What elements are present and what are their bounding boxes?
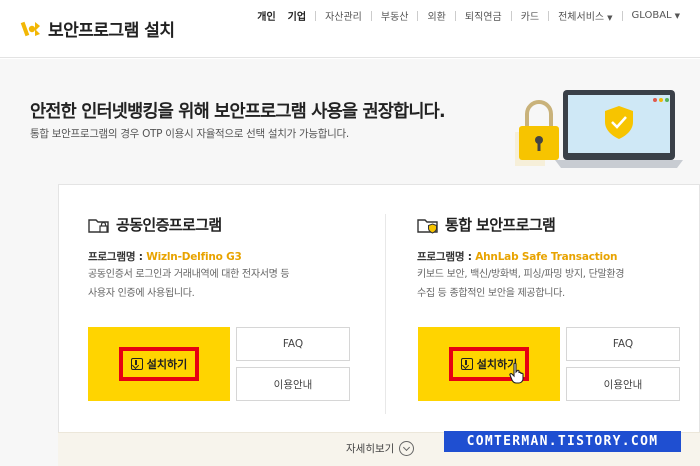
column-divider (385, 214, 386, 414)
global-nav: 개인 기업 자산관리 부동산 외환 퇴직연금 카드 전체서비스 ▼ GLOBAL ▼ (251, 8, 686, 23)
folder-shield-icon (417, 218, 438, 234)
nav-divider (454, 10, 456, 21)
more-details-link[interactable]: 자세히보기 (346, 441, 415, 456)
download-icon (460, 358, 473, 370)
nav-all-services-label: 전체서비스 (558, 12, 605, 23)
hero-title: 안전한 인터넷뱅킹을 위해 보안프로그램 사용을 권장합니다. (30, 102, 446, 122)
caret-down-icon: ▼ (674, 12, 680, 20)
nav-global-label: GLOBAL (631, 10, 672, 21)
left-description-line: 공동인증서 로그인과 거래내역에 대한 전자서명 등 (88, 269, 290, 280)
page-title: 보안프로그램 설치 (48, 21, 175, 41)
right-program-name: 프로그램명 : AhnLab Safe Transaction (417, 249, 617, 264)
right-description-line: 수집 등 종합적인 보안을 제공합니다. (417, 288, 565, 299)
nav-personal[interactable]: 개인 (251, 8, 281, 23)
left-description: 공동인증서 로그인과 거래내역에 대한 전자서명 등 사용자 인증에 사용됩니다… (88, 265, 290, 303)
install-highlight-box: 설치하기 (118, 347, 200, 381)
nav-forex[interactable]: 외환 (421, 8, 451, 23)
program-name-value: Wizln-Delfino G3 (146, 251, 242, 263)
nav-card[interactable]: 카드 (515, 8, 545, 23)
certificate-program-title: 공동인증프로그램 (116, 216, 222, 234)
right-description-line: 키보드 보안, 백신/방화벽, 피싱/파밍 방지, 단말환경 (417, 269, 625, 280)
logo[interactable]: 보안프로그램 설치 (20, 16, 175, 41)
integrated-security-title: 통합 보안프로그램 (445, 216, 556, 234)
right-description: 키보드 보안, 백신/방화벽, 피싱/파밍 방지, 단말환경 수집 등 종합적인… (417, 265, 624, 303)
nav-real-estate[interactable]: 부동산 (375, 8, 415, 23)
download-icon (130, 358, 143, 370)
left-guide-button[interactable]: 이용안내 (236, 367, 350, 401)
right-guide-button[interactable]: 이용안내 (566, 367, 680, 401)
caret-down-icon: ▼ (607, 14, 613, 22)
more-details-label: 자세히보기 (346, 443, 395, 455)
program-name-label: 프로그램명 : (417, 251, 476, 263)
nav-divider (621, 10, 623, 21)
left-column-title: 공동인증프로그램 (88, 214, 222, 235)
nav-divider (315, 10, 317, 21)
chevron-down-icon (399, 441, 415, 456)
right-column-title: 통합 보안프로그램 (417, 214, 556, 235)
right-faq-button[interactable]: FAQ (566, 327, 680, 361)
program-name-label: 프로그램명 : (88, 251, 147, 263)
nav-divider (510, 10, 512, 21)
hero-subtitle: 통합 보안프로그램의 경우 OTP 이용시 자율적으로 선택 설치가 가능합니다… (30, 128, 349, 140)
left-faq-button[interactable]: FAQ (236, 327, 350, 361)
left-program-name: 프로그램명 : Wizln-Delfino G3 (88, 249, 242, 264)
nav-divider (548, 10, 550, 21)
watermark: COMTERMAN.TISTORY.COM (444, 431, 681, 452)
nav-pension[interactable]: 퇴직연금 (459, 8, 508, 23)
bank-logo-icon (20, 21, 40, 36)
right-install-button[interactable]: 설치하기 (418, 327, 560, 401)
folder-lock-icon (88, 218, 109, 233)
left-description-line: 사용자 인증에 사용됩니다. (88, 288, 195, 299)
security-illustration-icon (515, 90, 683, 168)
hand-cursor-icon (509, 362, 524, 384)
install-label: 설치하기 (146, 358, 188, 371)
nav-global[interactable]: GLOBAL ▼ (626, 10, 687, 21)
program-name-value: AhnLab Safe Transaction (475, 251, 618, 263)
nav-divider (417, 10, 419, 21)
nav-asset-management[interactable]: 자산관리 (319, 8, 368, 23)
top-bar: 보안프로그램 설치 개인 기업 자산관리 부동산 외환 퇴직연금 카드 전체서비… (0, 0, 700, 58)
nav-all-services[interactable]: 전체서비스 ▼ (552, 8, 618, 23)
left-install-button[interactable]: 설치하기 (88, 327, 230, 401)
nav-divider (370, 10, 372, 21)
nav-business[interactable]: 기업 (282, 8, 312, 23)
